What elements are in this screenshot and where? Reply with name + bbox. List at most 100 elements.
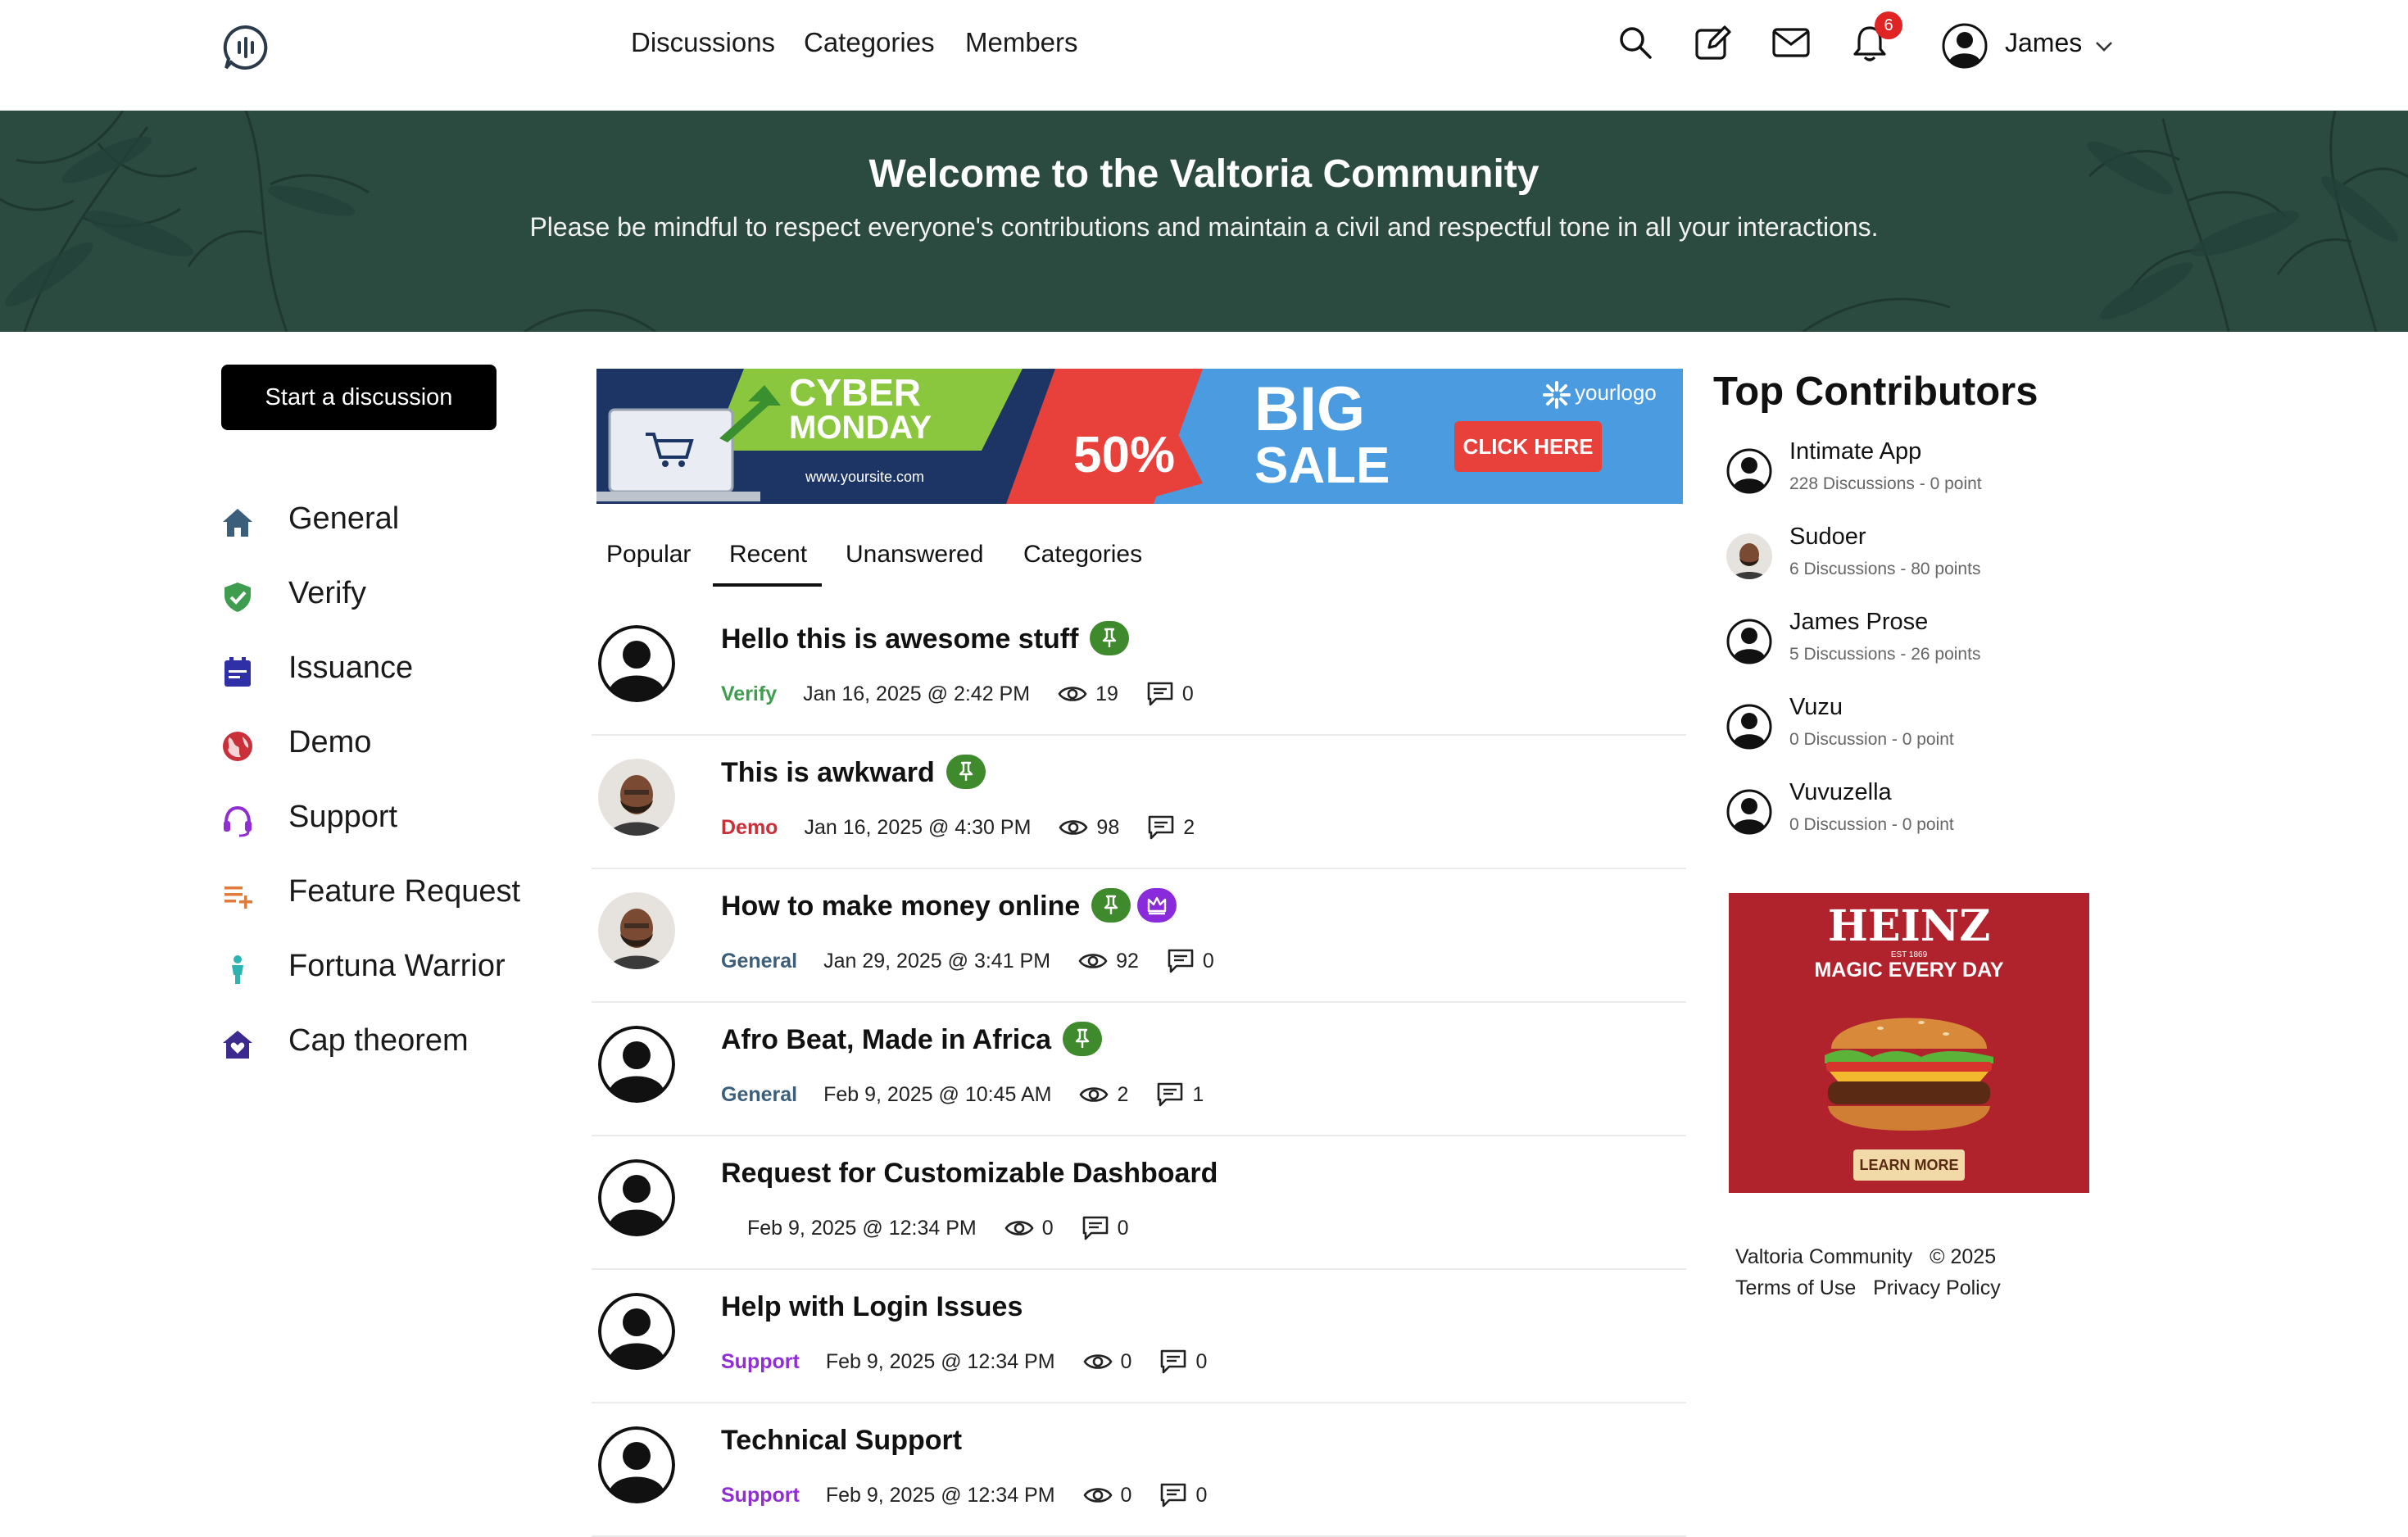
category-tag[interactable]: General [721, 950, 797, 973]
banner-subtitle: Please be mindful to respect everyone's … [529, 212, 1879, 242]
contributor-item[interactable]: Intimate App 228 Discussions - 0 point [1724, 438, 2052, 512]
discussion-row[interactable]: Help with Login Issues Support Feb 9, 2025… [592, 1270, 1686, 1403]
nav-members[interactable]: Members [965, 23, 1078, 62]
category-cap-theorem[interactable]: Cap theorem [221, 1020, 565, 1069]
mail-icon[interactable] [1772, 28, 1810, 57]
active-tab-indicator [713, 583, 822, 587]
tab-recent[interactable]: Recent [729, 541, 807, 569]
author-avatar[interactable] [598, 1426, 675, 1503]
contributor-name[interactable]: Vuzu [1789, 694, 1843, 721]
privacy-link[interactable]: Privacy Policy [1873, 1276, 2001, 1299]
discussion-title[interactable]: Technical Support [721, 1425, 962, 1457]
tab-categories[interactable]: Categories [1023, 541, 1142, 569]
category-tag[interactable]: Support [721, 1484, 800, 1508]
post-date: Feb 9, 2025 @ 10:45 AM [823, 1082, 1052, 1106]
author-avatar[interactable] [598, 892, 675, 969]
discussion-title[interactable]: How to make money online [721, 888, 1177, 925]
author-avatar[interactable] [598, 1026, 675, 1103]
footer-copyright: © 2025 [1930, 1245, 1997, 1268]
category-tag[interactable]: Demo [721, 816, 778, 840]
tab-unanswered[interactable]: Unanswered [846, 541, 983, 569]
contributor-name[interactable]: Intimate App [1789, 438, 1921, 465]
category-issuance[interactable]: Issuance [221, 647, 565, 696]
discussion-row[interactable]: Afro Beat, Made in Africa General Feb 9, 2… [592, 1003, 1686, 1136]
author-avatar[interactable] [598, 625, 675, 702]
contributor-avatar[interactable] [1726, 789, 1772, 835]
comment-count: 1 [1192, 1082, 1204, 1106]
ad-brand: HEINZ [1827, 901, 1991, 951]
category-fortuna-warrior[interactable]: Fortuna Warrior [221, 945, 565, 995]
category-support[interactable]: Support [221, 796, 565, 846]
user-avatar[interactable] [1942, 23, 1988, 69]
eye-icon [1058, 687, 1087, 701]
discussion-row[interactable]: Hello this is awesome stuff Verify Jan 16,… [592, 602, 1686, 736]
contributor-item[interactable]: Vuzu 0 Discussion - 0 point [1724, 694, 2052, 768]
chevron-down-icon[interactable] [2095, 41, 2113, 52]
contributor-item[interactable]: James Prose 5 Discussions - 26 points [1724, 609, 2052, 682]
author-avatar[interactable] [598, 759, 675, 836]
discussion-meta: Support Feb 9, 2025 @ 12:34 PM 0 0 [721, 1349, 1207, 1381]
comment-icon [1147, 682, 1173, 706]
author-avatar[interactable] [598, 1159, 675, 1236]
view-count: 19 [1095, 682, 1118, 705]
discussion-title[interactable]: Request for Customizable Dashboard [721, 1158, 1218, 1190]
heinz-ad[interactable]: HEINZ EST 1869 MAGIC EVERY DAY LEARN MOR… [1729, 893, 2089, 1193]
compose-icon[interactable] [1694, 25, 1732, 62]
user-name[interactable]: James [2005, 28, 2082, 58]
post-date: Feb 9, 2025 @ 12:34 PM [825, 1349, 1055, 1373]
view-count: 92 [1116, 949, 1139, 973]
discussion-title[interactable]: Afro Beat, Made in Africa [721, 1022, 1103, 1059]
nav-categories[interactable]: Categories [804, 23, 935, 62]
headset-icon [221, 805, 254, 837]
contributor-name[interactable]: Sudoer [1789, 524, 1866, 551]
nav-discussions[interactable]: Discussions [631, 23, 775, 62]
view-count: 98 [1096, 815, 1120, 839]
contributor-stats: 0 Discussion - 0 point [1789, 730, 1954, 749]
discussion-row[interactable]: Request for Customizable Dashboard Feb 9,… [592, 1136, 1686, 1270]
contributor-avatar[interactable] [1726, 704, 1772, 750]
category-tag[interactable]: Verify [721, 682, 777, 706]
category-demo[interactable]: Demo [221, 722, 565, 771]
eye-icon [1079, 1087, 1109, 1102]
contributor-item[interactable]: Sudoer 6 Discussions - 80 points [1724, 524, 2052, 597]
pin-icon [1091, 888, 1131, 923]
view-count: 0 [1120, 1483, 1132, 1507]
post-date: Feb 9, 2025 @ 12:34 PM [825, 1483, 1055, 1507]
discussion-row[interactable]: This is awkward Demo Jan 16, 2025 @ 4:30 P… [592, 736, 1686, 869]
terms-link[interactable]: Terms of Use [1735, 1276, 1856, 1299]
category-tag[interactable]: General [721, 1083, 797, 1107]
post-date: Jan 16, 2025 @ 4:30 PM [804, 815, 1032, 839]
author-avatar[interactable] [598, 1293, 675, 1370]
ad-line1: CYBER [789, 371, 922, 414]
contributor-avatar[interactable] [1726, 448, 1772, 494]
logo-icon[interactable] [221, 23, 270, 72]
comment-icon [1082, 1216, 1108, 1240]
category-verify[interactable]: Verify [221, 573, 565, 622]
discussion-title[interactable]: Hello this is awesome stuff [721, 621, 1130, 658]
ad-sale: SALE [1254, 438, 1390, 494]
discussion-meta: Demo Jan 16, 2025 @ 4:30 PM 98 2 [721, 814, 1195, 847]
category-general[interactable]: General [221, 498, 565, 547]
discussion-title[interactable]: Help with Login Issues [721, 1291, 1023, 1323]
list-add-icon [221, 879, 254, 912]
contributor-stats: 0 Discussion - 0 point [1789, 815, 1954, 834]
discussion-row[interactable]: Technical Support Support Feb 9, 2025 @ 12… [592, 1403, 1686, 1537]
discussion-title[interactable]: This is awkward [721, 755, 986, 791]
tab-popular[interactable]: Popular [606, 541, 691, 569]
category-tag[interactable]: Support [721, 1350, 800, 1374]
start-discussion-button[interactable]: Start a discussion [221, 365, 497, 430]
discussion-meta: Feb 9, 2025 @ 12:34 PM 0 0 [721, 1215, 1129, 1248]
discussion-row[interactable]: How to make money online General Jan 29, 2… [592, 869, 1686, 1003]
contributor-avatar[interactable] [1726, 619, 1772, 664]
contributor-avatar[interactable] [1726, 533, 1772, 579]
contributor-item[interactable]: Vuvuzella 0 Discussion - 0 point [1724, 779, 2052, 853]
contributor-name[interactable]: James Prose [1789, 609, 1928, 636]
category-feature-request[interactable]: Feature Request [221, 871, 565, 920]
cyber-monday-ad[interactable]: CYBER MONDAY www.yoursite.com 50% BIG SA… [596, 369, 1683, 504]
notification-badge: 6 [1875, 11, 1902, 39]
post-date: Jan 29, 2025 @ 3:41 PM [823, 949, 1051, 973]
search-icon[interactable] [1617, 25, 1653, 61]
contributor-name[interactable]: Vuvuzella [1789, 779, 1892, 806]
ad-learn-more-button[interactable]: LEARN MORE [1853, 1149, 1965, 1181]
ad-cta-button[interactable]: CLICK HERE [1454, 421, 1602, 472]
